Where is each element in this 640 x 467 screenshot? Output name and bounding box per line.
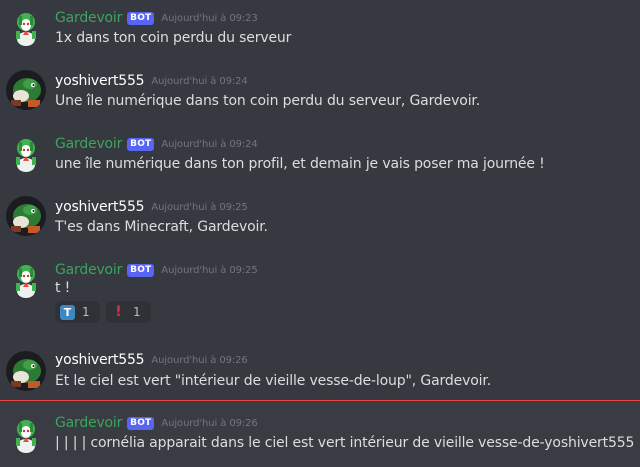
gardevoir-avatar[interactable] <box>6 414 46 454</box>
author-name[interactable]: Gardevoir <box>55 10 122 26</box>
message-content: Une île numérique dans ton coin perdu du… <box>55 93 481 109</box>
message: yoshivert555 Aujourd'hui à 09:25 T'es da… <box>0 196 640 240</box>
message-content: t ! <box>55 280 71 296</box>
message: Gardevoir BOT Aujourd'hui à 09:26 | | | … <box>0 401 640 467</box>
message-header: yoshivert555 Aujourd'hui à 09:24 <box>55 72 248 90</box>
message-timestamp[interactable]: Aujourd'hui à 09:23 <box>161 13 257 24</box>
reaction-t[interactable]: T 1 <box>55 301 100 323</box>
message: yoshivert555 Aujourd'hui à 09:26 Et le c… <box>0 351 640 395</box>
author-name[interactable]: Gardevoir <box>55 262 122 278</box>
message: Gardevoir BOT Aujourd'hui à 09:25 t ! T … <box>0 259 640 329</box>
gardevoir-avatar[interactable] <box>6 7 46 47</box>
message-header: Gardevoir BOT Aujourd'hui à 09:25 <box>55 261 258 279</box>
message-content: une île numérique dans ton profil, et de… <box>55 156 545 172</box>
message-content: 1x dans ton coin perdu du serveur <box>55 30 292 46</box>
bot-tag: BOT <box>127 137 155 151</box>
yoshivert-avatar[interactable] <box>6 70 46 110</box>
message-header: yoshivert555 Aujourd'hui à 09:26 <box>55 351 248 369</box>
message-timestamp[interactable]: Aujourd'hui à 09:24 <box>161 139 257 150</box>
message-timestamp[interactable]: Aujourd'hui à 09:26 <box>161 418 257 429</box>
message: Gardevoir BOT Aujourd'hui à 09:24 une îl… <box>0 133 640 177</box>
bot-tag: BOT <box>127 416 155 430</box>
exclamation-icon: ! <box>115 304 122 320</box>
yoshivert-avatar[interactable] <box>6 351 46 391</box>
message-timestamp[interactable]: Aujourd'hui à 09:26 <box>151 355 247 366</box>
message-header: Gardevoir BOT Aujourd'hui à 09:26 <box>55 414 258 432</box>
message: yoshivert555 Aujourd'hui à 09:24 Une île… <box>0 70 640 114</box>
reaction-count: 1 <box>82 305 90 319</box>
message-timestamp[interactable]: Aujourd'hui à 09:25 <box>161 265 257 276</box>
reaction-count: 1 <box>133 305 141 319</box>
gardevoir-avatar[interactable] <box>6 259 46 299</box>
yoshivert-avatar[interactable] <box>6 196 46 236</box>
bot-tag: BOT <box>127 11 155 25</box>
chat-messages: Gardevoir BOT Aujourd'hui à 09:23 1x dan… <box>0 0 640 467</box>
reactions: T 1 ! 1 <box>55 301 151 323</box>
message-content: Et le ciel est vert "intérieur de vieill… <box>55 373 491 389</box>
message-header: yoshivert555 Aujourd'hui à 09:25 <box>55 198 248 216</box>
message-timestamp[interactable]: Aujourd'hui à 09:24 <box>151 76 247 87</box>
author-name[interactable]: yoshivert555 <box>55 73 145 89</box>
bot-tag: BOT <box>127 263 155 277</box>
author-name[interactable]: Gardevoir <box>55 415 122 431</box>
gardevoir-avatar[interactable] <box>6 133 46 173</box>
author-name[interactable]: Gardevoir <box>55 136 122 152</box>
author-name[interactable]: yoshivert555 <box>55 199 145 215</box>
message-content: | | | | cornélia apparait dans le ciel e… <box>55 435 635 451</box>
message-header: Gardevoir BOT Aujourd'hui à 09:23 <box>55 9 258 27</box>
message-header: Gardevoir BOT Aujourd'hui à 09:24 <box>55 135 258 153</box>
author-name[interactable]: yoshivert555 <box>55 352 145 368</box>
regional-indicator-t-icon: T <box>60 304 75 320</box>
reaction-exclamation[interactable]: ! 1 <box>106 301 151 323</box>
message-content: T'es dans Minecraft, Gardevoir. <box>55 219 268 235</box>
message: Gardevoir BOT Aujourd'hui à 09:23 1x dan… <box>0 7 640 51</box>
message-timestamp[interactable]: Aujourd'hui à 09:25 <box>151 202 247 213</box>
